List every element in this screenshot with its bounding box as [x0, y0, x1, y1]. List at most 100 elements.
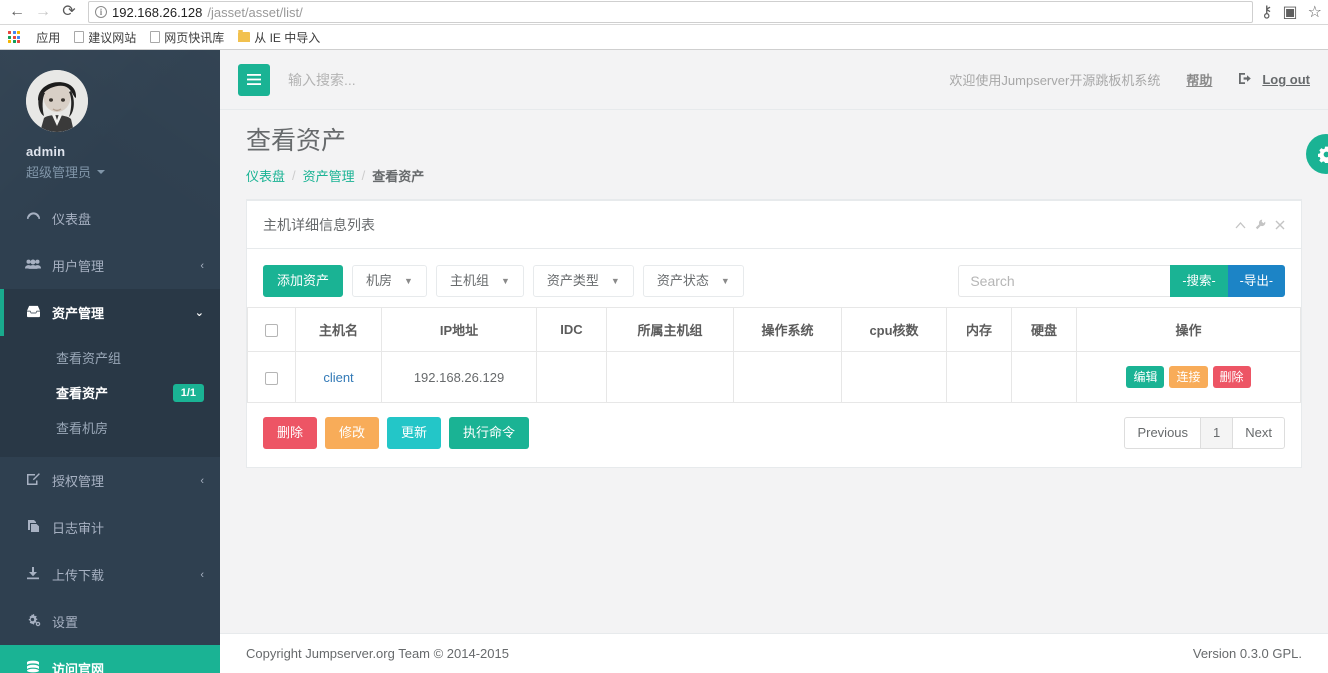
hamburger-menu-button[interactable]: [238, 63, 270, 96]
close-icon[interactable]: [1275, 218, 1285, 233]
sidebar-subitem-assets[interactable]: 查看资产 1/1: [0, 375, 220, 410]
sidebar-subitem-label: 查看资产: [56, 386, 109, 401]
star-icon[interactable]: ☆: [1308, 2, 1322, 22]
breadcrumb-item-dashboard[interactable]: 仪表盘: [246, 166, 285, 185]
cell-idc: [536, 351, 607, 403]
top-navbar: 欢迎使用Jumpserver开源跳板机系统 帮助 Log out: [220, 50, 1328, 110]
content-area: 欢迎使用Jumpserver开源跳板机系统 帮助 Log out 查看资产 仪表…: [220, 50, 1328, 673]
sidebar-subitem-idc[interactable]: 查看机房: [0, 410, 220, 445]
bookmark-item-suggested[interactable]: 建议网站: [68, 27, 142, 48]
sidebar-subitem-label: 查看机房: [56, 421, 109, 436]
translate-icon[interactable]: ▣: [1283, 2, 1298, 22]
forward-button[interactable]: →: [30, 1, 56, 23]
table-row: client 192.168.26.129 编辑 连接 删除: [247, 351, 1301, 403]
avatar[interactable]: [26, 70, 88, 132]
bulk-delete-button[interactable]: 删除: [263, 417, 318, 449]
key-icon[interactable]: ⚷: [1261, 2, 1273, 22]
chevron-down-icon: ▼: [500, 276, 510, 286]
sidebar-item-label: 设置: [52, 615, 79, 630]
reload-button[interactable]: ⟳: [56, 1, 82, 23]
cell-host-group: [606, 351, 734, 403]
address-bar[interactable]: i 192.168.26.128/jasset/asset/list/: [88, 1, 1253, 23]
cell-actions: 编辑 连接 删除: [1076, 351, 1301, 403]
sidebar-profile: admin 超级管理员: [0, 50, 220, 195]
sidebar-item-label: 访问官网: [52, 662, 105, 673]
row-checkbox[interactable]: [265, 371, 278, 385]
column-actions: 操作: [1076, 307, 1301, 352]
row-select-cell: [247, 351, 296, 403]
bookmark-item-ie-import[interactable]: 从 IE 中导入: [232, 27, 326, 48]
bookmark-item-apps[interactable]: 应用: [30, 27, 66, 48]
sidebar-item-permission-management[interactable]: 授权管理 ‹: [0, 457, 220, 504]
bookmark-item-news[interactable]: 网页快讯库: [144, 27, 230, 48]
sidebar-item-user-management[interactable]: 用户管理 ‹: [0, 242, 220, 289]
column-idc: IDC: [536, 307, 607, 352]
row-edit-button[interactable]: 编辑: [1126, 366, 1165, 388]
filter-host-group-dropdown[interactable]: 主机组 ▼: [435, 265, 524, 297]
pagination-next[interactable]: Next: [1232, 417, 1285, 449]
logout-icon: [1238, 72, 1254, 88]
chevron-left-icon: ‹: [200, 568, 204, 581]
back-button[interactable]: ←: [4, 1, 30, 23]
inbox-icon: [25, 305, 41, 321]
browser-chrome: ← → ⟳ i 192.168.26.128/jasset/asset/list…: [0, 0, 1328, 50]
sidebar-item-label: 仪表盘: [52, 212, 92, 227]
bookmark-label: 从 IE 中导入: [254, 30, 321, 45]
welcome-message: 欢迎使用Jumpserver开源跳板机系统: [949, 73, 1161, 88]
asset-toolbar: 添加资产 机房 ▼ 主机组 ▼ 资产类型 ▼ 资产状态 ▼ Search -搜索…: [247, 249, 1301, 307]
collapse-icon[interactable]: [1235, 218, 1246, 233]
bulk-modify-button[interactable]: 修改: [325, 417, 380, 449]
filter-asset-type-dropdown[interactable]: 资产类型 ▼: [532, 265, 634, 297]
filter-asset-status-dropdown[interactable]: 资产状态 ▼: [642, 265, 744, 297]
column-memory: 内存: [946, 307, 1012, 352]
nav-search-input[interactable]: [288, 71, 548, 88]
edit-square-icon: [25, 472, 41, 489]
sidebar-item-settings[interactable]: 设置: [0, 598, 220, 645]
column-os: 操作系统: [733, 307, 842, 352]
profile-role-label: 超级管理员: [26, 165, 92, 180]
sidebar-item-asset-management[interactable]: 资产管理 ⌄: [0, 289, 220, 336]
url-path: /jasset/asset/list/: [207, 4, 303, 20]
breadcrumb-item-asset-management[interactable]: 资产管理: [303, 166, 355, 185]
column-cpu: cpu核数: [841, 307, 947, 352]
apps-grid-icon[interactable]: [8, 30, 21, 44]
help-link[interactable]: 帮助: [1186, 70, 1212, 89]
filter-idc-dropdown[interactable]: 机房 ▼: [352, 265, 427, 297]
sidebar-subitem-asset-groups[interactable]: 查看资产组: [0, 340, 220, 375]
sidebar-item-official-site[interactable]: 访问官网: [0, 645, 220, 673]
sidebar-item-audit-log[interactable]: 日志审计: [0, 504, 220, 551]
wrench-icon[interactable]: [1255, 218, 1266, 233]
footer-version: Version 0.3.0 GPL.: [1192, 646, 1302, 661]
table-footer: 删除 修改 更新 执行命令 Previous 1 Next: [247, 403, 1301, 467]
row-delete-button[interactable]: 删除: [1212, 366, 1251, 388]
search-input[interactable]: [958, 265, 1171, 297]
logout-button[interactable]: Log out: [1238, 72, 1310, 88]
profile-name: admin: [26, 144, 66, 159]
hamburger-icon: [247, 74, 261, 85]
pagination-page-1[interactable]: 1: [1200, 417, 1234, 449]
chevron-left-icon: ‹: [200, 259, 204, 272]
sidebar-item-label: 用户管理: [52, 259, 105, 274]
execute-command-button[interactable]: 执行命令: [449, 417, 530, 449]
asset-list-panel: 主机详细信息列表 添加资产 机房 ▼ 主机组 ▼ 资产类型 ▼ 资产状态 ▼ S…: [246, 199, 1302, 468]
column-disk: 硬盘: [1011, 307, 1077, 352]
sidebar-item-dashboard[interactable]: 仪表盘: [0, 195, 220, 242]
panel-header: 主机详细信息列表: [247, 201, 1301, 249]
profile-role[interactable]: 超级管理员: [26, 162, 220, 181]
add-asset-button[interactable]: 添加资产: [263, 265, 344, 297]
chevron-left-icon: ‹: [200, 474, 204, 487]
cell-cpu: [841, 351, 947, 403]
sidebar-item-upload-download[interactable]: 上传下载 ‹: [0, 551, 220, 598]
pagination-previous[interactable]: Previous: [1124, 417, 1202, 449]
row-connect-button[interactable]: 连接: [1169, 366, 1208, 388]
search-button[interactable]: -搜索-: [1170, 265, 1228, 297]
site-info-icon[interactable]: i: [95, 6, 107, 18]
page-title: 查看资产: [246, 127, 347, 155]
sidebar-submenu: 查看资产组 查看资产 1/1 查看机房: [0, 336, 220, 457]
sidebar: admin 超级管理员 仪表盘 用户管理 ‹ 资产管理 ⌄ 查看资产组 查看资产…: [0, 50, 220, 673]
export-button[interactable]: -导出-: [1227, 265, 1285, 297]
select-all-checkbox[interactable]: [265, 324, 278, 338]
bulk-update-button[interactable]: 更新: [387, 417, 442, 449]
hostname-link[interactable]: client: [323, 370, 353, 385]
cell-memory: [946, 351, 1012, 403]
